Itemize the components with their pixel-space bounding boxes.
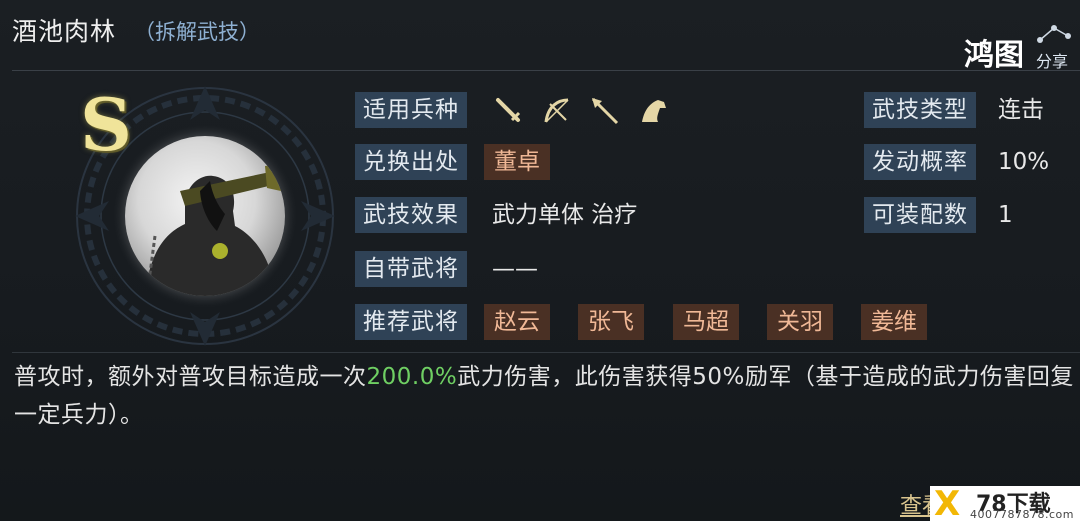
effect-label: 武技效果	[355, 197, 467, 233]
watermark-logo-sub: 分享	[1036, 52, 1069, 71]
watermark-logo-text: 鸿图	[964, 38, 1024, 73]
watermark-logo: 鸿图 分享	[958, 22, 1076, 76]
description-divider	[12, 352, 1080, 353]
skill-title: 酒池肉林	[12, 17, 117, 46]
own-general-label: 自带武将	[355, 251, 467, 287]
recommend-label: 推荐武将	[355, 304, 467, 340]
badge-url: 4007787878.com	[970, 508, 1074, 521]
badge-x-icon: X	[934, 484, 961, 521]
recommend-general-tag[interactable]: 马超	[673, 304, 739, 340]
skill-grade: S	[80, 82, 132, 167]
recommend-general-tag[interactable]: 赵云	[484, 304, 550, 340]
description-text: 普攻时，额外对普攻目标造成一次	[14, 364, 367, 390]
skill-portrait: S	[70, 80, 340, 350]
skill-subtitle: （拆解武技）	[134, 20, 260, 44]
skill-type-label: 武技类型	[864, 92, 976, 128]
watermark-badge: X 78下载 4007787878.com	[930, 484, 1080, 521]
equip-slots-label: 可装配数	[864, 197, 976, 233]
trigger-chance-value: 10%	[998, 149, 1050, 175]
troop-type-label: 适用兵种	[355, 92, 467, 128]
effect-value: 武力单体 治疗	[492, 202, 638, 228]
spear-icon	[591, 97, 619, 125]
source-label: 兑换出处	[355, 144, 467, 180]
skill-type-value: 连击	[998, 97, 1044, 123]
trigger-chance-label: 发动概率	[864, 144, 976, 180]
sword-icon	[496, 98, 521, 122]
share-icon	[1037, 25, 1071, 43]
skill-detail-panel: 酒池肉林 （拆解武技） S 适用兵种 兑换出处 董卓 武技效果 武力单体 治疗 …	[0, 0, 1080, 521]
horse-icon	[642, 100, 666, 122]
own-general-value: ——	[492, 256, 538, 282]
skill-description: 普攻时，额外对普攻目标造成一次200.0%武力伤害，此伤害获得50%励军（基于造…	[14, 358, 1074, 434]
description-highlight: 200.0%	[366, 364, 458, 390]
recommend-general-tag[interactable]: 姜维	[861, 304, 927, 340]
source-general-tag[interactable]: 董卓	[484, 144, 550, 180]
general-avatar	[125, 136, 285, 296]
recommend-general-tag[interactable]: 张飞	[578, 304, 644, 340]
recommend-general-tag[interactable]: 关羽	[767, 304, 833, 340]
bow-icon	[544, 98, 569, 123]
header-divider	[12, 70, 1080, 71]
equip-slots-value: 1	[998, 202, 1013, 228]
